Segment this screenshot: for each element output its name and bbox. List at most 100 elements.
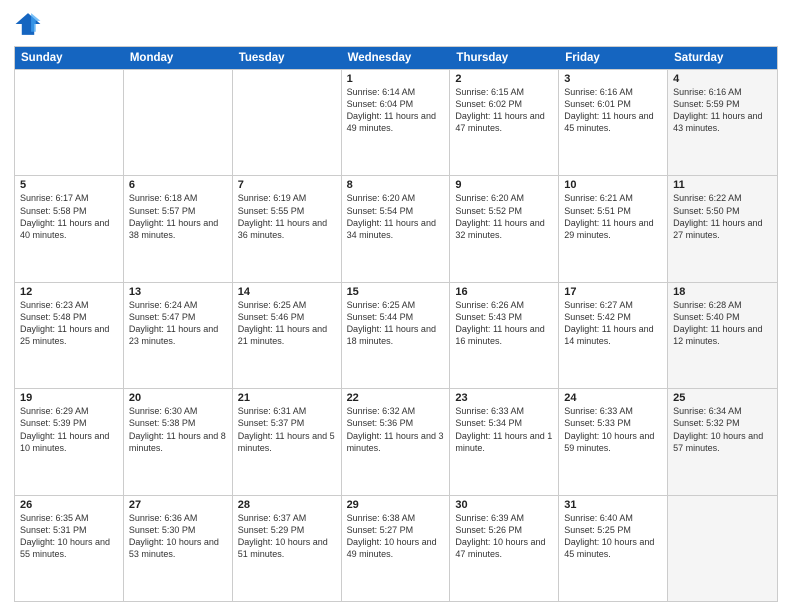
day-number: 31: [564, 499, 662, 511]
day-cell-6: 6Sunrise: 6:18 AM Sunset: 5:57 PM Daylig…: [124, 176, 233, 281]
day-info: Sunrise: 6:18 AM Sunset: 5:57 PM Dayligh…: [129, 192, 227, 241]
day-cell-20: 20Sunrise: 6:30 AM Sunset: 5:38 PM Dayli…: [124, 389, 233, 494]
weekday-header-friday: Friday: [559, 47, 668, 69]
header: [14, 10, 778, 38]
day-cell-16: 16Sunrise: 6:26 AM Sunset: 5:43 PM Dayli…: [450, 283, 559, 388]
logo: [14, 10, 46, 38]
logo-icon: [14, 10, 42, 38]
day-number: 18: [673, 286, 772, 298]
day-number: 4: [673, 73, 772, 85]
empty-cell-0-0: [15, 70, 124, 175]
day-cell-27: 27Sunrise: 6:36 AM Sunset: 5:30 PM Dayli…: [124, 496, 233, 601]
day-info: Sunrise: 6:16 AM Sunset: 5:59 PM Dayligh…: [673, 86, 772, 135]
day-info: Sunrise: 6:27 AM Sunset: 5:42 PM Dayligh…: [564, 299, 662, 348]
day-cell-12: 12Sunrise: 6:23 AM Sunset: 5:48 PM Dayli…: [15, 283, 124, 388]
day-cell-15: 15Sunrise: 6:25 AM Sunset: 5:44 PM Dayli…: [342, 283, 451, 388]
day-number: 20: [129, 392, 227, 404]
day-number: 27: [129, 499, 227, 511]
day-info: Sunrise: 6:22 AM Sunset: 5:50 PM Dayligh…: [673, 192, 772, 241]
day-cell-18: 18Sunrise: 6:28 AM Sunset: 5:40 PM Dayli…: [668, 283, 777, 388]
weekday-header-tuesday: Tuesday: [233, 47, 342, 69]
day-cell-1: 1Sunrise: 6:14 AM Sunset: 6:04 PM Daylig…: [342, 70, 451, 175]
day-number: 12: [20, 286, 118, 298]
day-number: 21: [238, 392, 336, 404]
day-cell-22: 22Sunrise: 6:32 AM Sunset: 5:36 PM Dayli…: [342, 389, 451, 494]
empty-cell-4-6: [668, 496, 777, 601]
calendar-row-3: 19Sunrise: 6:29 AM Sunset: 5:39 PM Dayli…: [15, 388, 777, 494]
day-cell-8: 8Sunrise: 6:20 AM Sunset: 5:54 PM Daylig…: [342, 176, 451, 281]
day-cell-11: 11Sunrise: 6:22 AM Sunset: 5:50 PM Dayli…: [668, 176, 777, 281]
calendar-row-4: 26Sunrise: 6:35 AM Sunset: 5:31 PM Dayli…: [15, 495, 777, 601]
day-cell-7: 7Sunrise: 6:19 AM Sunset: 5:55 PM Daylig…: [233, 176, 342, 281]
day-number: 19: [20, 392, 118, 404]
day-cell-14: 14Sunrise: 6:25 AM Sunset: 5:46 PM Dayli…: [233, 283, 342, 388]
day-info: Sunrise: 6:37 AM Sunset: 5:29 PM Dayligh…: [238, 512, 336, 561]
day-info: Sunrise: 6:25 AM Sunset: 5:44 PM Dayligh…: [347, 299, 445, 348]
day-cell-24: 24Sunrise: 6:33 AM Sunset: 5:33 PM Dayli…: [559, 389, 668, 494]
day-number: 2: [455, 73, 553, 85]
day-cell-25: 25Sunrise: 6:34 AM Sunset: 5:32 PM Dayli…: [668, 389, 777, 494]
day-info: Sunrise: 6:29 AM Sunset: 5:39 PM Dayligh…: [20, 405, 118, 454]
day-cell-28: 28Sunrise: 6:37 AM Sunset: 5:29 PM Dayli…: [233, 496, 342, 601]
weekday-header-wednesday: Wednesday: [342, 47, 451, 69]
day-cell-30: 30Sunrise: 6:39 AM Sunset: 5:26 PM Dayli…: [450, 496, 559, 601]
day-number: 25: [673, 392, 772, 404]
weekday-header-sunday: Sunday: [15, 47, 124, 69]
weekday-header-thursday: Thursday: [450, 47, 559, 69]
weekday-header-monday: Monday: [124, 47, 233, 69]
day-info: Sunrise: 6:16 AM Sunset: 6:01 PM Dayligh…: [564, 86, 662, 135]
day-number: 22: [347, 392, 445, 404]
day-cell-29: 29Sunrise: 6:38 AM Sunset: 5:27 PM Dayli…: [342, 496, 451, 601]
day-number: 11: [673, 179, 772, 191]
day-number: 15: [347, 286, 445, 298]
day-number: 30: [455, 499, 553, 511]
day-number: 29: [347, 499, 445, 511]
empty-cell-0-1: [124, 70, 233, 175]
day-number: 14: [238, 286, 336, 298]
day-info: Sunrise: 6:17 AM Sunset: 5:58 PM Dayligh…: [20, 192, 118, 241]
day-info: Sunrise: 6:40 AM Sunset: 5:25 PM Dayligh…: [564, 512, 662, 561]
day-cell-3: 3Sunrise: 6:16 AM Sunset: 6:01 PM Daylig…: [559, 70, 668, 175]
day-number: 28: [238, 499, 336, 511]
day-cell-10: 10Sunrise: 6:21 AM Sunset: 5:51 PM Dayli…: [559, 176, 668, 281]
day-info: Sunrise: 6:23 AM Sunset: 5:48 PM Dayligh…: [20, 299, 118, 348]
day-info: Sunrise: 6:20 AM Sunset: 5:54 PM Dayligh…: [347, 192, 445, 241]
day-cell-17: 17Sunrise: 6:27 AM Sunset: 5:42 PM Dayli…: [559, 283, 668, 388]
day-info: Sunrise: 6:30 AM Sunset: 5:38 PM Dayligh…: [129, 405, 227, 454]
empty-cell-0-2: [233, 70, 342, 175]
page: SundayMondayTuesdayWednesdayThursdayFrid…: [0, 0, 792, 612]
day-info: Sunrise: 6:36 AM Sunset: 5:30 PM Dayligh…: [129, 512, 227, 561]
day-info: Sunrise: 6:20 AM Sunset: 5:52 PM Dayligh…: [455, 192, 553, 241]
day-number: 10: [564, 179, 662, 191]
day-info: Sunrise: 6:28 AM Sunset: 5:40 PM Dayligh…: [673, 299, 772, 348]
day-info: Sunrise: 6:31 AM Sunset: 5:37 PM Dayligh…: [238, 405, 336, 454]
day-info: Sunrise: 6:25 AM Sunset: 5:46 PM Dayligh…: [238, 299, 336, 348]
day-info: Sunrise: 6:35 AM Sunset: 5:31 PM Dayligh…: [20, 512, 118, 561]
day-number: 5: [20, 179, 118, 191]
day-number: 16: [455, 286, 553, 298]
day-cell-23: 23Sunrise: 6:33 AM Sunset: 5:34 PM Dayli…: [450, 389, 559, 494]
day-info: Sunrise: 6:21 AM Sunset: 5:51 PM Dayligh…: [564, 192, 662, 241]
day-cell-19: 19Sunrise: 6:29 AM Sunset: 5:39 PM Dayli…: [15, 389, 124, 494]
day-cell-2: 2Sunrise: 6:15 AM Sunset: 6:02 PM Daylig…: [450, 70, 559, 175]
day-number: 13: [129, 286, 227, 298]
calendar-row-0: 1Sunrise: 6:14 AM Sunset: 6:04 PM Daylig…: [15, 69, 777, 175]
day-info: Sunrise: 6:33 AM Sunset: 5:34 PM Dayligh…: [455, 405, 553, 454]
day-info: Sunrise: 6:15 AM Sunset: 6:02 PM Dayligh…: [455, 86, 553, 135]
day-info: Sunrise: 6:38 AM Sunset: 5:27 PM Dayligh…: [347, 512, 445, 561]
day-cell-31: 31Sunrise: 6:40 AM Sunset: 5:25 PM Dayli…: [559, 496, 668, 601]
day-cell-9: 9Sunrise: 6:20 AM Sunset: 5:52 PM Daylig…: [450, 176, 559, 281]
day-number: 8: [347, 179, 445, 191]
day-number: 7: [238, 179, 336, 191]
day-number: 23: [455, 392, 553, 404]
day-info: Sunrise: 6:34 AM Sunset: 5:32 PM Dayligh…: [673, 405, 772, 454]
calendar-body: 1Sunrise: 6:14 AM Sunset: 6:04 PM Daylig…: [15, 69, 777, 601]
day-info: Sunrise: 6:19 AM Sunset: 5:55 PM Dayligh…: [238, 192, 336, 241]
calendar-row-2: 12Sunrise: 6:23 AM Sunset: 5:48 PM Dayli…: [15, 282, 777, 388]
day-number: 17: [564, 286, 662, 298]
weekday-header-saturday: Saturday: [668, 47, 777, 69]
day-cell-5: 5Sunrise: 6:17 AM Sunset: 5:58 PM Daylig…: [15, 176, 124, 281]
calendar: SundayMondayTuesdayWednesdayThursdayFrid…: [14, 46, 778, 602]
day-info: Sunrise: 6:26 AM Sunset: 5:43 PM Dayligh…: [455, 299, 553, 348]
day-cell-26: 26Sunrise: 6:35 AM Sunset: 5:31 PM Dayli…: [15, 496, 124, 601]
